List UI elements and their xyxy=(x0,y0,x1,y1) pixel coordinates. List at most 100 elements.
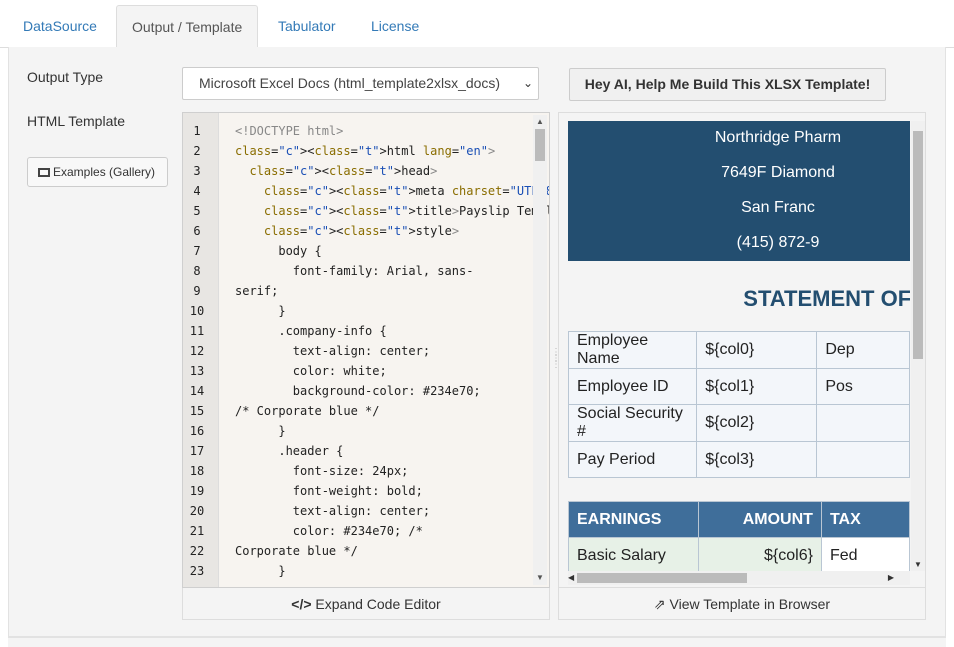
info-cell: Employee ID xyxy=(568,368,698,405)
preview-content: Northridge Pharm 7649F Diamond San Franc… xyxy=(568,121,910,571)
line-number: 21 xyxy=(189,524,205,538)
line-number: 19 xyxy=(189,484,205,498)
code-line[interactable]: /* Corporate blue */ xyxy=(235,404,380,418)
line-number: 10 xyxy=(189,304,205,318)
code-line[interactable]: } xyxy=(235,304,285,318)
line-number: 7 xyxy=(193,244,201,258)
info-cell: Pos xyxy=(816,368,910,405)
line-number: 5 xyxy=(193,204,201,218)
code-line[interactable]: font-family: Arial, sans- xyxy=(235,264,474,278)
examples-gallery-label: Examples (Gallery) xyxy=(53,165,156,179)
earnings-table: EARNINGS AMOUNT TAX Basic Salary ${col6} Fed xyxy=(568,501,910,571)
output-type-select[interactable]: Microsoft Excel Docs (html_template2xlsx… xyxy=(182,67,539,100)
output-type-label: Output Type xyxy=(27,69,104,85)
external-link-icon: ⇗ xyxy=(653,596,666,612)
info-cell: ${col1} xyxy=(696,368,818,405)
company-phone: (415) 872-9 xyxy=(736,234,820,251)
info-row: Employee ID ${col1} Pos xyxy=(568,368,910,405)
expand-code-editor-button[interactable]: </> Expand Code Editor xyxy=(182,588,550,620)
code-line[interactable]: text-align: center; xyxy=(235,344,430,358)
code-line[interactable]: Corporate blue */ xyxy=(235,544,358,558)
code-line[interactable]: } xyxy=(235,564,285,578)
info-cell: ${col0} xyxy=(696,331,818,369)
scroll-down-icon[interactable]: ▼ xyxy=(534,573,546,583)
earnings-header-cell: TAX xyxy=(820,501,910,538)
view-template-in-browser-button[interactable]: ⇗ View Template in Browser xyxy=(558,588,926,620)
info-row: Employee Name ${col0} Dep xyxy=(568,331,910,369)
info-cell: Employee Name xyxy=(568,331,698,369)
info-cell xyxy=(816,404,910,442)
scroll-down-icon[interactable]: ▼ xyxy=(914,560,922,569)
line-number: 17 xyxy=(189,444,205,458)
company-name: Northridge Pharm xyxy=(714,129,842,146)
line-number: 22 xyxy=(189,544,205,558)
code-line[interactable]: <!DOCTYPE html> xyxy=(235,124,343,138)
code-line[interactable]: text-align: center; xyxy=(235,504,430,518)
tab-tabulator[interactable]: Tabulator xyxy=(263,5,351,48)
code-line[interactable]: class="c"><class="t">style> xyxy=(235,224,459,238)
scroll-right-icon[interactable]: ▶ xyxy=(888,573,894,582)
editor-scroll-thumb[interactable] xyxy=(535,129,545,161)
earnings-row: Basic Salary ${col6} Fed xyxy=(568,537,910,571)
template-preview: Northridge Pharm 7649F Diamond San Franc… xyxy=(558,112,926,588)
line-number: 16 xyxy=(189,424,205,438)
company-info: Northridge Pharm 7649F Diamond San Franc… xyxy=(568,121,910,261)
panel-footer xyxy=(8,637,946,647)
code-line[interactable]: body { xyxy=(235,244,321,258)
code-icon: </> xyxy=(291,596,312,612)
code-line[interactable]: color: #234e70; /* xyxy=(235,524,423,538)
code-line[interactable]: color: white; xyxy=(235,364,387,378)
line-number-gutter: 1 2 3 4 5 6 7 8 9 10 11 12 13 14 15 16 17 18 19 20 21 22 23 xyxy=(183,113,219,587)
view-template-label: View Template in Browser xyxy=(669,596,831,612)
info-cell xyxy=(816,441,910,478)
resize-handle[interactable]: ⋮ ⋮ ⋮ xyxy=(551,348,561,380)
chevron-down-icon: ⌄ xyxy=(522,76,533,90)
line-number: 12 xyxy=(189,344,205,358)
list-icon xyxy=(38,168,50,177)
line-number: 18 xyxy=(189,464,205,478)
company-address: 7649F Diamond xyxy=(721,164,835,181)
line-number: 14 xyxy=(189,384,205,398)
preview-vertical-scrollbar[interactable]: ▼ xyxy=(911,121,925,571)
examples-gallery-button[interactable]: Examples (Gallery) xyxy=(27,157,168,187)
html-template-label: HTML Template xyxy=(27,113,126,129)
info-cell: Pay Period xyxy=(568,441,698,478)
earnings-header-cell: EARNINGS xyxy=(568,501,699,538)
info-cell: Social Security # xyxy=(568,404,698,442)
earnings-header-cell: AMOUNT xyxy=(697,501,822,538)
code-line[interactable]: .header { xyxy=(235,444,343,458)
scroll-up-icon[interactable]: ▲ xyxy=(534,117,546,127)
line-number: 3 xyxy=(193,164,201,178)
editor-scrollbar[interactable]: ▲ ▼ xyxy=(533,115,547,585)
code-line[interactable]: class="c"><class="t">html lang="en"> xyxy=(235,144,495,158)
employee-info-table: Employee Name ${col0} Dep Employee ID ${col1… xyxy=(568,331,910,478)
ai-help-button[interactable]: Hey AI, Help Me Build This XLSX Template… xyxy=(569,68,886,101)
tab-datasource[interactable]: DataSource xyxy=(8,5,112,48)
company-city: San Franc xyxy=(741,199,815,216)
scroll-left-icon[interactable]: ◀ xyxy=(568,573,574,582)
code-line[interactable]: font-weight: bold; xyxy=(235,484,423,498)
earnings-cell: Fed xyxy=(820,537,910,571)
code-line[interactable]: background-color: #234e70; xyxy=(235,384,481,398)
code-line[interactable]: class="c"><class="t">meta charset="UTF-8… xyxy=(235,184,549,198)
line-number: 4 xyxy=(193,184,201,198)
output-type-value: Microsoft Excel Docs (html_template2xlsx… xyxy=(199,75,501,91)
line-number: 1 xyxy=(193,124,201,138)
code-line[interactable]: .company-info { xyxy=(235,324,386,338)
info-cell: ${col2} xyxy=(696,404,818,442)
code-line[interactable]: serif; xyxy=(235,284,278,298)
preview-horizontal-scrollbar[interactable]: ◀ ▶ xyxy=(568,571,910,585)
preview-hscroll-thumb[interactable] xyxy=(577,573,747,583)
code-line[interactable]: font-size: 24px; xyxy=(235,464,409,478)
tab-output-template[interactable]: Output / Template xyxy=(116,5,259,49)
line-number: 2 xyxy=(193,144,201,158)
code-editor[interactable]: 1 2 3 4 5 6 7 8 9 10 11 12 13 14 15 16 17 18 19 20 21 22 23 <!… xyxy=(182,112,550,588)
tab-license[interactable]: License xyxy=(356,5,434,48)
line-number: 13 xyxy=(189,364,205,378)
code-line[interactable]: } xyxy=(235,424,285,438)
code-line[interactable]: class="c"><class="t">title>Payslip Templ… xyxy=(235,204,549,218)
line-number: 15 xyxy=(189,404,205,418)
code-line[interactable]: class="c"><class="t">head> xyxy=(235,164,437,178)
info-cell: Dep xyxy=(816,331,910,369)
preview-vscroll-thumb[interactable] xyxy=(913,131,923,359)
